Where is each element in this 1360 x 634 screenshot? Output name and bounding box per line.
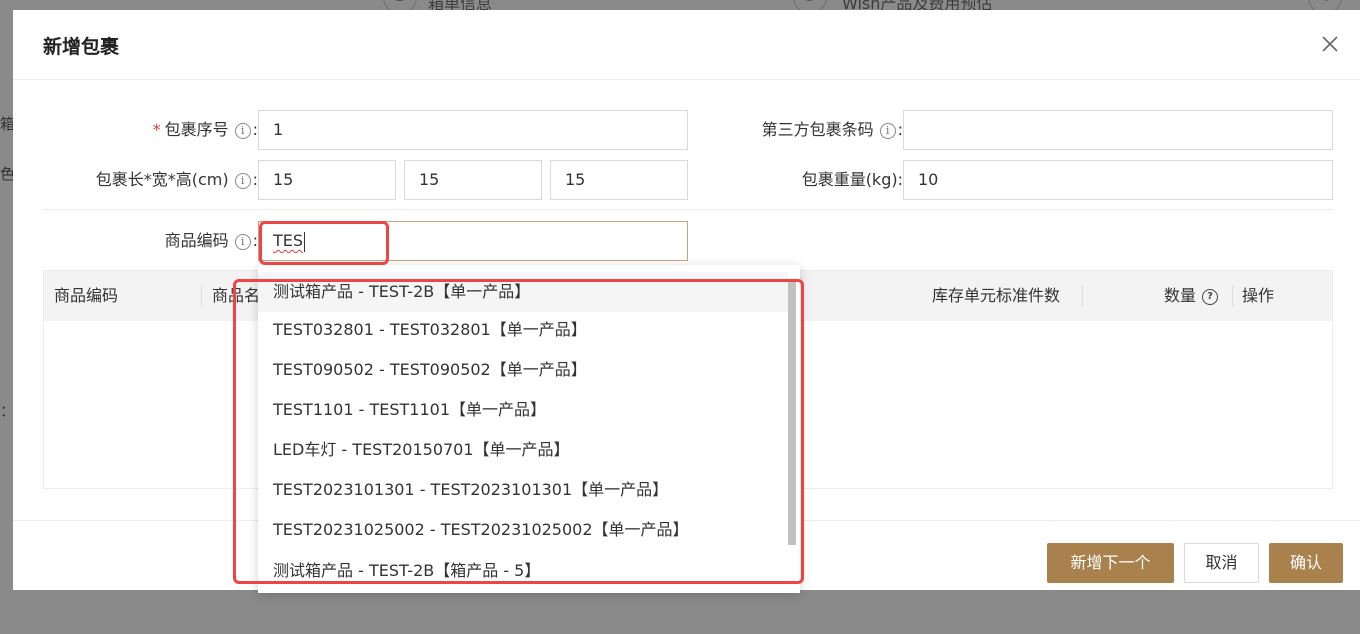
modal-header: 新增包裹 (13, 10, 1360, 80)
highlight-box-input (259, 221, 389, 265)
column-header-product-code: 商品编码 (54, 286, 119, 305)
weight-input[interactable]: 10 (903, 160, 1333, 200)
help-icon[interactable]: ? (1202, 288, 1219, 305)
section-divider (43, 209, 1333, 210)
length-input[interactable]: 15 (258, 160, 396, 200)
product-code-label-text: 商品编码 (164, 231, 229, 250)
dimensions-label: 包裹长*宽*高(cm) i: (53, 160, 258, 200)
third-party-barcode-label-text: 第三方包裹条码 (761, 120, 874, 139)
package-seq-label-text: 包裹序号 (164, 120, 229, 139)
quantity-header-text: 数量 (1164, 286, 1197, 305)
width-input[interactable]: 15 (404, 160, 542, 200)
weight-label: 包裹重量(kg): (713, 160, 903, 200)
highlight-box-dropdown (233, 279, 804, 584)
info-icon[interactable]: i (234, 172, 251, 189)
product-code-label: 商品编码 i: (73, 221, 258, 261)
required-asterisk: * (152, 120, 161, 139)
info-icon[interactable]: i (879, 122, 896, 139)
column-header-stock-unit: 库存单元标准件数 (932, 286, 1061, 305)
cancel-button[interactable]: 取消 (1184, 543, 1259, 583)
column-header-quantity: 数量? (1164, 271, 1219, 321)
column-header-actions: 操作 (1242, 286, 1275, 305)
package-seq-label: * 包裹序号 i: (73, 110, 258, 150)
weight-label-text: 包裹重量(kg) (801, 170, 898, 189)
modal-title: 新增包裹 (43, 36, 120, 58)
add-next-button[interactable]: 新增下一个 (1047, 543, 1174, 583)
package-seq-input[interactable]: 1 (258, 110, 688, 150)
column-separator (201, 285, 202, 307)
dimensions-label-text: 包裹长*宽*高(cm) (95, 170, 229, 189)
confirm-button[interactable]: 确认 (1269, 543, 1343, 583)
info-icon[interactable]: i (234, 122, 251, 139)
third-party-barcode-label: 第三方包裹条码 i: (713, 110, 903, 150)
column-separator (1232, 285, 1233, 307)
info-icon[interactable]: i (234, 233, 251, 250)
close-icon[interactable] (1320, 34, 1340, 54)
column-separator (1082, 285, 1083, 307)
height-input[interactable]: 15 (550, 160, 688, 200)
third-party-barcode-input[interactable] (903, 110, 1333, 150)
